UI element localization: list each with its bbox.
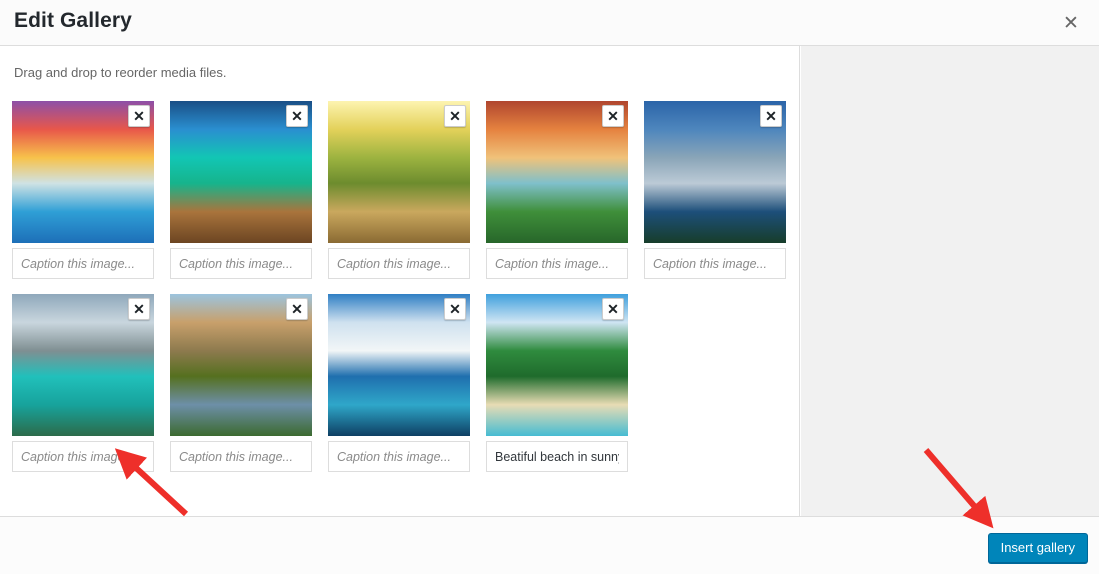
page-title: Edit Gallery xyxy=(14,9,132,32)
insert-gallery-button[interactable]: Insert gallery xyxy=(987,533,1088,563)
modal-header: Edit Gallery ✕ xyxy=(0,0,1099,46)
caption-input[interactable] xyxy=(486,441,628,472)
caption-input[interactable] xyxy=(486,248,628,279)
remove-image-button[interactable]: ✕ xyxy=(760,105,782,127)
thumbnail-frame[interactable]: ✕ xyxy=(328,101,470,243)
gallery-item[interactable]: ✕ xyxy=(328,101,470,279)
caption-input[interactable] xyxy=(644,248,786,279)
thumbnail-frame[interactable]: ✕ xyxy=(486,101,628,243)
thumbnail-frame[interactable]: ✕ xyxy=(328,294,470,436)
thumbnail-frame[interactable]: ✕ xyxy=(12,101,154,243)
caption-input[interactable] xyxy=(328,248,470,279)
remove-image-button[interactable]: ✕ xyxy=(602,298,624,320)
gallery-item[interactable]: ✕ xyxy=(12,101,154,279)
caption-input[interactable] xyxy=(12,441,154,472)
gallery-item[interactable]: ✕ xyxy=(644,101,786,279)
remove-image-button[interactable]: ✕ xyxy=(602,105,624,127)
gallery-settings-pane xyxy=(801,46,1099,516)
remove-image-button[interactable]: ✕ xyxy=(286,298,308,320)
gallery-item[interactable]: ✕ xyxy=(12,294,154,472)
thumbnail-frame[interactable]: ✕ xyxy=(644,101,786,243)
gallery-item[interactable]: ✕ xyxy=(328,294,470,472)
caption-input[interactable] xyxy=(328,441,470,472)
reorder-instructions: Drag and drop to reorder media files. xyxy=(14,65,227,80)
gallery-item[interactable]: ✕ xyxy=(486,294,628,472)
thumbnail-frame[interactable]: ✕ xyxy=(170,101,312,243)
caption-input[interactable] xyxy=(170,248,312,279)
caption-input[interactable] xyxy=(170,441,312,472)
gallery-item[interactable]: ✕ xyxy=(170,101,312,279)
gallery-item[interactable]: ✕ xyxy=(170,294,312,472)
edit-gallery-modal: Edit Gallery ✕ Drag and drop to reorder … xyxy=(0,0,1099,574)
thumbnail-frame[interactable]: ✕ xyxy=(486,294,628,436)
gallery-grid: ✕ ✕ ✕ ✕ ✕ ✕ ✕ ✕ ✕ xyxy=(12,101,792,472)
close-icon[interactable]: ✕ xyxy=(1051,4,1091,42)
gallery-item[interactable]: ✕ xyxy=(486,101,628,279)
remove-image-button[interactable]: ✕ xyxy=(128,105,150,127)
remove-image-button[interactable]: ✕ xyxy=(444,105,466,127)
remove-image-button[interactable]: ✕ xyxy=(286,105,308,127)
gallery-content-pane: Drag and drop to reorder media files. ✕✕… xyxy=(0,46,800,516)
thumbnail-frame[interactable]: ✕ xyxy=(170,294,312,436)
thumbnail-frame[interactable]: ✕ xyxy=(12,294,154,436)
caption-input[interactable] xyxy=(12,248,154,279)
remove-image-button[interactable]: ✕ xyxy=(444,298,466,320)
modal-footer: Insert gallery xyxy=(0,516,1099,574)
remove-image-button[interactable]: ✕ xyxy=(128,298,150,320)
